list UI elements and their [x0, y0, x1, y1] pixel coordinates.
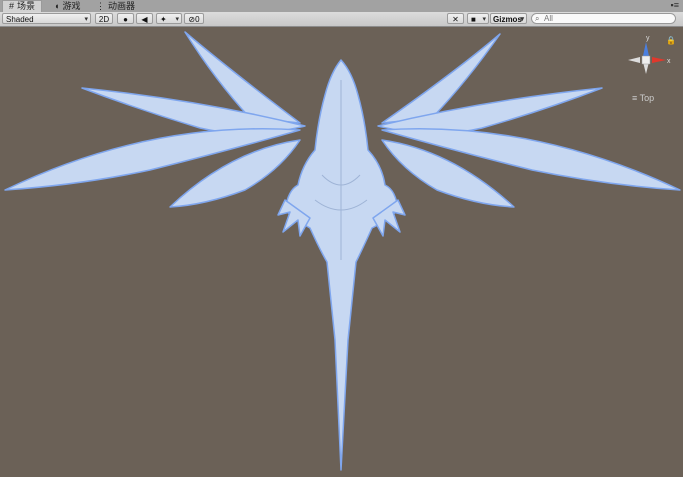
- shading-mode-label: Shaded: [6, 15, 34, 24]
- lighting-toggle-button[interactable]: ●: [117, 13, 134, 24]
- tab-animator-label: 动画器: [108, 1, 136, 11]
- tab-scene-label: 场景: [17, 1, 36, 11]
- lock-icon[interactable]: 🔒: [666, 36, 676, 45]
- gizmo-neg-x-arrow-icon[interactable]: [628, 57, 640, 63]
- view-orientation-label[interactable]: ≡ Top: [632, 93, 654, 103]
- dragon-model[interactable]: [0, 27, 683, 477]
- shading-mode-dropdown[interactable]: Shaded: [2, 13, 91, 25]
- scene-viewport[interactable]: y x 🔒 ≡ Top: [0, 27, 683, 477]
- gizmo-x-arrow-icon[interactable]: [652, 57, 666, 63]
- search-icon: ⌕: [535, 14, 540, 23]
- gizmo-center-cube-icon[interactable]: [641, 55, 651, 65]
- gizmos-dropdown[interactable]: Gizmos: [490, 13, 527, 25]
- gizmo-axis-y-label: y: [646, 35, 650, 42]
- tab-game[interactable]: ◖ 游戏: [48, 1, 86, 12]
- search-input[interactable]: ⌕ All: [531, 13, 676, 24]
- scene-toolbar: Shaded 2D ● ◀ ✦ ⊘0 ✕ ■ Gizmos ⌕ All: [0, 12, 683, 27]
- mode-2d-button[interactable]: 2D: [95, 13, 113, 24]
- audio-toggle-button[interactable]: ◀: [136, 13, 153, 24]
- speaker-icon: ◀: [141, 15, 148, 24]
- view-orientation-text: Top: [639, 93, 655, 103]
- animator-icon: ⋮: [96, 1, 105, 11]
- camera-icon: ■: [471, 15, 476, 24]
- window-menu-icon[interactable]: ▪≡: [671, 0, 679, 10]
- gizmo-axis-x-label: x: [667, 58, 671, 65]
- tab-animator[interactable]: ⋮ 动画器: [90, 1, 141, 12]
- orientation-gizmo[interactable]: y x: [622, 34, 672, 94]
- camera-dropdown[interactable]: ■: [467, 13, 489, 25]
- tools-button[interactable]: ✕: [447, 13, 464, 24]
- effects-dropdown[interactable]: ✦: [156, 13, 182, 25]
- pacman-icon: ◖: [54, 1, 60, 11]
- tools-icon: ✕: [452, 15, 459, 24]
- light-bulb-icon: ●: [123, 15, 128, 24]
- tab-game-label: 游戏: [62, 1, 81, 11]
- hidden-objects-toggle[interactable]: ⊘0: [184, 13, 204, 24]
- hidden-count: 0: [195, 15, 200, 24]
- gizmos-label: Gizmos: [493, 15, 522, 24]
- search-placeholder: All: [544, 14, 553, 23]
- effects-icon: ✦: [160, 15, 167, 24]
- mode-2d-label: 2D: [98, 15, 110, 24]
- hash-icon: #: [9, 1, 15, 11]
- gizmo-y-arrow-icon[interactable]: [643, 42, 649, 56]
